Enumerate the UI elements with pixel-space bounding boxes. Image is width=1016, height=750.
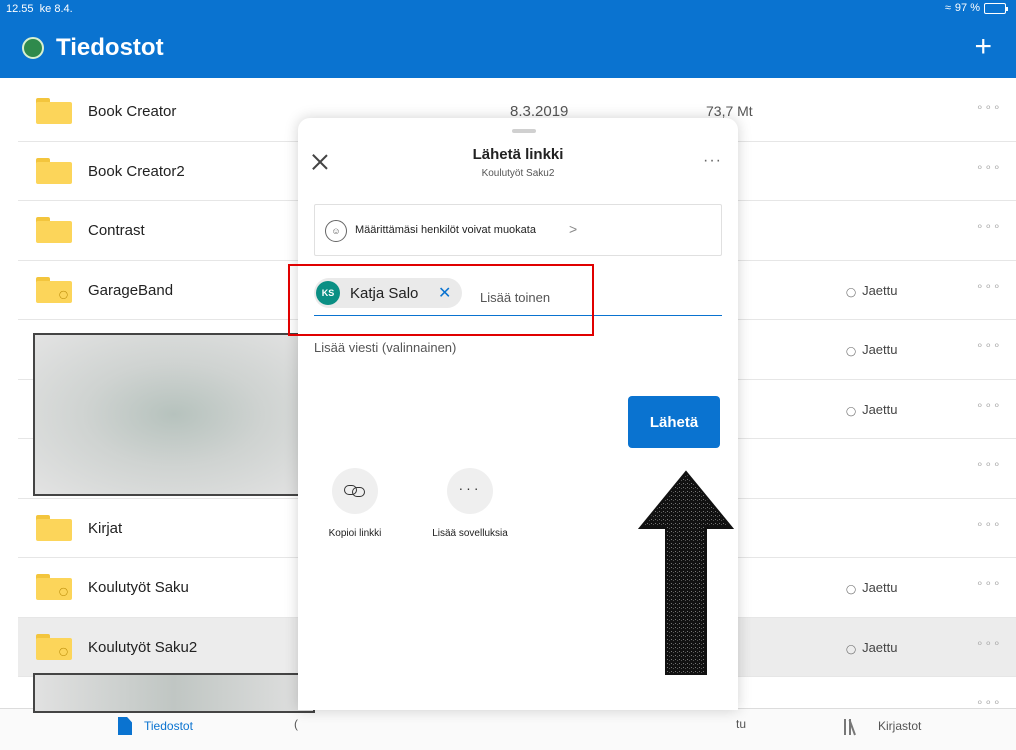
status-bar: 12.55 ke 8.4. ≈ 97 % <box>0 0 1016 18</box>
tab-files[interactable]: Tiedostot <box>118 717 193 735</box>
shared-icon: ◯ <box>846 584 857 594</box>
more-options-icon[interactable]: ∘∘∘ <box>976 457 1002 471</box>
tab-partial-right-label: tu <box>736 717 747 731</box>
shared-icon: ◯ <box>846 286 857 297</box>
shared-icon: ◯ <box>846 405 857 416</box>
people-icon: ☺ <box>325 220 347 242</box>
sharing-status: ◯ Jaettu <box>846 640 898 655</box>
folder-icon: ◯ <box>36 633 72 660</box>
more-options-icon[interactable]: ∘∘∘ <box>976 636 1002 650</box>
file-name: Koulutyöt Saku2 <box>88 638 198 656</box>
chevron-right-icon: > <box>569 221 578 237</box>
arrow-up-icon <box>638 470 734 675</box>
more-options-icon[interactable]: ∘∘∘ <box>976 338 1002 352</box>
more-options-icon[interactable]: ∘∘∘ <box>976 398 1002 412</box>
tab-libraries-label: Kirjastot <box>878 719 922 733</box>
shared-icon: ◯ <box>846 346 857 356</box>
tab-partial-left-label: ( <box>294 717 298 731</box>
sheet-subtitle: Koulutyöt Saku2 <box>481 168 555 179</box>
more-options-icon[interactable]: ∘∘∘ <box>976 279 1002 293</box>
permission-text: Määrittämäsi henkilöt voivat muokata <box>355 224 536 236</box>
sharing-status: ◯ Jaettu <box>846 402 898 417</box>
battery-icon <box>984 2 1008 14</box>
message-field[interactable]: Lisää viesti (valinnainen) <box>314 340 456 355</box>
copy-link-label: Kopioi linkki <box>328 528 382 539</box>
folder-icon <box>36 98 72 124</box>
highlight-box <box>288 264 594 336</box>
file-name: GarageBand <box>88 281 174 299</box>
sharing-status: ◯ Jaettu <box>846 580 898 595</box>
sharing-label: Jaettu <box>862 580 898 595</box>
app-header: Tiedostot + <box>0 18 1016 78</box>
folder-icon: ◯ <box>36 276 72 303</box>
more-options-icon[interactable]: ∘∘∘ <box>976 160 1002 174</box>
sharing-label: Jaettu <box>862 639 898 655</box>
status-right: ≈ 97 % <box>944 2 1008 14</box>
tab-bar: Tiedostot ( tu Kirjastot <box>0 708 1016 750</box>
file-name: Book Creator2 <box>88 162 185 180</box>
account-avatar[interactable] <box>22 37 44 59</box>
tab-partial-left[interactable]: ( <box>294 717 298 731</box>
more-options-icon[interactable]: ∘∘∘ <box>976 517 1002 531</box>
page-title: Tiedostot <box>56 34 164 61</box>
file-name: Koulutyöt Saku <box>88 579 189 596</box>
sheet-grabber[interactable] <box>512 129 536 133</box>
more-apps-action[interactable]: ··· Lisää sovelluksia <box>425 468 515 539</box>
more-apps-label: Lisää sovelluksia <box>432 528 508 539</box>
sharing-label: Jaettu <box>862 342 898 357</box>
more-options-icon[interactable]: ∘∘∘ <box>976 219 1002 233</box>
status-time: 12.55 <box>6 3 34 15</box>
folder-icon <box>36 157 72 184</box>
file-name: Book Creator <box>88 103 177 120</box>
folder-icon <box>36 217 72 243</box>
sharing-label: Jaettu <box>862 282 898 298</box>
sheet-title: Lähetä linkki <box>472 146 564 163</box>
file-size: 73,7 Mt <box>706 103 753 119</box>
file-name: Contrast <box>88 222 145 239</box>
file-name: Kirjat <box>88 519 123 537</box>
tab-files-label: Tiedostot <box>144 719 193 733</box>
more-apps-icon: ··· <box>447 468 493 514</box>
wifi-icon: ≈ <box>944 2 951 14</box>
file-icon <box>118 717 132 735</box>
status-date: ke 8.4. <box>39 3 73 15</box>
more-options-icon[interactable]: ∘∘∘ <box>976 576 1002 590</box>
redacted-region <box>33 333 315 496</box>
tab-partial-right[interactable]: tu <box>736 717 746 731</box>
redacted-region <box>33 673 315 713</box>
more-options-icon[interactable]: ∘∘∘ <box>976 695 1002 709</box>
more-options-icon[interactable]: ∘∘∘ <box>976 100 1002 114</box>
sharing-label: Jaettu <box>862 401 898 417</box>
status-time-date: 12.55 ke 8.4. <box>6 3 73 15</box>
add-button[interactable]: + <box>974 30 992 64</box>
send-button[interactable]: Lähetä <box>628 396 720 448</box>
battery-percent: 97 % <box>954 2 980 14</box>
link-icon <box>332 468 378 514</box>
shared-icon: ◯ <box>846 643 857 654</box>
sharing-status: ◯ Jaettu <box>846 283 898 298</box>
sharing-status: ◯ Jaettu <box>846 342 898 357</box>
permission-setting[interactable]: ☺ Määrittämäsi henkilöt voivat muokata > <box>314 204 722 256</box>
tab-libraries[interactable]: Kirjastot <box>844 717 922 736</box>
libraries-icon <box>844 717 866 736</box>
folder-icon: ◯ <box>36 574 72 600</box>
copy-link-action[interactable]: Kopioi linkki <box>310 468 400 539</box>
folder-icon <box>36 514 72 541</box>
sheet-more-button[interactable]: ··· <box>703 152 722 170</box>
